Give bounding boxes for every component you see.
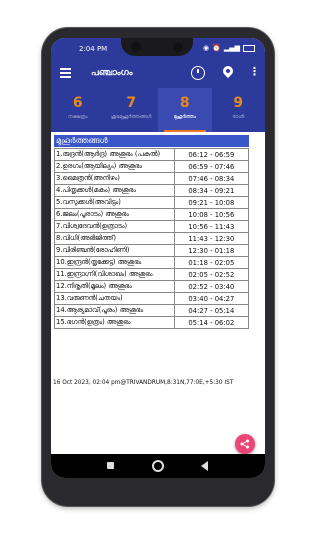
table-row: 8.വിധി(അഭിജിത്ത്) 11:43 - 12:30 (54, 232, 250, 245)
battery-icon (243, 44, 255, 52)
tab-number: 7 (126, 95, 137, 111)
status-time: 2:04 PM (79, 45, 108, 53)
muhurtham-name: 15.ഭഗൻ(ഉത്രം) അശുഭം (54, 316, 175, 329)
more-options-icon[interactable]: ⋮ (249, 65, 260, 78)
muhurtham-time: 02:52 - 03:40 (173, 280, 250, 293)
muhurtham-time: 09:21 - 10:08 (173, 196, 250, 209)
status-bar: 2:04 PM ◉ ⏰ ▂▄▆ (51, 38, 265, 60)
muhurtham-name: 13.വരുണൻ(ചതയം) (54, 292, 175, 305)
table-row: 1.രുദ്രൻ(ആർദ്ര) അശുഭം (പകൽ) 06:12 - 06:59 (54, 148, 250, 161)
muhurtham-name: 2.ഉരഗം(ആയില്യം) അശുഭം (54, 160, 175, 173)
muhurtham-name: 1.രുദ്രൻ(ആർദ്ര) അശുഭം (പകൽ) (54, 148, 175, 161)
home-icon[interactable] (152, 460, 164, 472)
muhurtham-name: 10.ഇന്ദ്രൻ(തൃക്കേട്ട) അശുഭം (54, 256, 175, 269)
table-row: 7.വിശ്വദേവൻ(ഉത്രാടം) 10:56 - 11:43 (54, 220, 250, 233)
section-title: മുഹൂർത്തങ്ങൾ (54, 135, 249, 147)
muhurtham-name: 4.പിതൃക്കൾ(മകം) അശുഭം (54, 184, 175, 197)
table-row: 13.വരുണൻ(ചതയം) 03:40 - 04:27 (54, 292, 250, 305)
muhurtham-time: 11:43 - 12:30 (173, 232, 250, 245)
table-row: 11.ഇന്ദ്രാഗ്നി(വിശാഖം) അശുഭം 02:05 - 02:5… (54, 268, 250, 281)
muhurtham-time: 04:27 - 05:14 (173, 304, 250, 317)
tab-label: നക്ഷത്രം (67, 114, 88, 120)
table-row: 6.ജലം(പൂരാടം) അശുഭം 10:08 - 10:56 (54, 208, 250, 221)
system-nav-bar (51, 454, 265, 478)
clock-icon[interactable] (191, 66, 205, 80)
table-row: 2.ഉരഗം(ആയില്യം) അശുഭം 06:59 - 07:46 (54, 160, 250, 173)
muhurtham-name: 6.ജലം(പൂരാടം) അശുഭം (54, 208, 175, 221)
back-icon[interactable] (201, 461, 208, 471)
table-row: 10.ഇന്ദ്രൻ(തൃക്കേട്ട) അശുഭം 01:18 - 02:05 (54, 256, 250, 269)
sensor-icon (173, 42, 183, 52)
muhurtham-time: 06:12 - 06:59 (173, 148, 250, 161)
tab-number: 9 (233, 95, 244, 111)
front-camera-icon (131, 42, 141, 52)
muhurtham-time: 03:40 - 04:27 (173, 292, 250, 305)
tab-nakshatram[interactable]: 6 നക്ഷത്രം (51, 88, 105, 132)
muhurtham-time: 01:18 - 02:05 (173, 256, 250, 269)
table-row: 15.ഭഗൻ(ഉത്രം) അശുഭം 05:14 - 06:02 (54, 316, 250, 329)
location-datetime-text: 16 Oct 2023, 02:04 pm@TRIVANDRUM,8:31N,7… (53, 380, 234, 386)
table-row: 14.ആര്യമാവ്(പൂരം) അശുഭം 04:27 - 05:14 (54, 304, 250, 317)
screen: 2:04 PM ◉ ⏰ ▂▄▆ പഞ്ചാംഗം ⋮ 6 നക്ഷത്രം 7 … (51, 38, 265, 478)
share-button[interactable] (235, 434, 255, 454)
tab-muhurtham[interactable]: 8 മുഹൂർത്തം (158, 88, 212, 132)
content-area: മുഹൂർത്തങ്ങൾ 1.രുദ്രൻ(ആർദ്ര) അശുഭം (പകൽ)… (51, 132, 265, 454)
tab-raashi[interactable]: 9 രാശി (212, 88, 266, 132)
muhurtham-name: 5.വസുക്കൾ(അവിട്ടം) (54, 196, 175, 209)
recents-icon[interactable] (107, 462, 114, 469)
muhurtham-time: 06:59 - 07:46 (173, 160, 250, 173)
table-row: 12.നിരൃതി(മൂലം) അശുഭം 02:52 - 03:40 (54, 280, 250, 293)
muhurtham-time: 07:46 - 08:34 (173, 172, 250, 185)
hamburger-menu-icon[interactable] (60, 68, 71, 79)
app-title: പഞ്ചാംഗം (91, 68, 133, 78)
signal-icon: ▂▄▆ (223, 44, 240, 52)
tab-number: 6 (72, 95, 83, 111)
muhurtham-time: 08:34 - 09:21 (173, 184, 250, 197)
wifi-icon: ◉ (203, 44, 210, 52)
muhurtham-name: 3.മൈത്രൻ(അനിഴം) (54, 172, 175, 185)
muhurtham-name: 9.വിരിഞ്ചൻ(രോഹിണി) (54, 244, 175, 257)
table-row: 4.പിതൃക്കൾ(മകം) അശുഭം 08:34 - 09:21 (54, 184, 250, 197)
muhurtham-time: 10:56 - 11:43 (173, 220, 250, 233)
app-bar: പഞ്ചാംഗം ⋮ (51, 60, 265, 88)
muhurtham-table: 1.രുദ്രൻ(ആർദ്ര) അശുഭം (പകൽ) 06:12 - 06:59… (54, 148, 250, 329)
status-icons: ◉ ⏰ ▂▄▆ (203, 44, 255, 52)
tab-bar: 6 നക്ഷത്രം 7 ശുഭമുഹൂർത്തങ്ങൾ 8 മുഹൂർത്തം… (51, 88, 265, 132)
muhurtham-name: 14.ആര്യമാവ്(പൂരം) അശുഭം (54, 304, 175, 317)
share-icon (240, 439, 249, 449)
muhurtham-time: 10:08 - 10:56 (173, 208, 250, 221)
muhurtham-name: 8.വിധി(അഭിജിത്ത്) (54, 232, 175, 245)
tab-number: 8 (179, 95, 190, 111)
muhurtham-time: 12:30 - 01:18 (173, 244, 250, 257)
muhurtham-time: 02:05 - 02:52 (173, 268, 250, 281)
tab-shubha-muhurthangal[interactable]: 7 ശുഭമുഹൂർത്തങ്ങൾ (105, 88, 159, 132)
alarm-icon: ⏰ (212, 44, 221, 52)
table-row: 9.വിരിഞ്ചൻ(രോഹിണി) 12:30 - 01:18 (54, 244, 250, 257)
table-row: 5.വസുക്കൾ(അവിട്ടം) 09:21 - 10:08 (54, 196, 250, 209)
muhurtham-name: 12.നിരൃതി(മൂലം) അശുഭം (54, 280, 175, 293)
muhurtham-time: 05:14 - 06:02 (173, 316, 250, 329)
tab-label: രാശി (232, 114, 245, 120)
camera-notch (121, 38, 193, 56)
location-pin-icon[interactable] (220, 63, 236, 79)
tab-label: മുഹൂർത്തം (173, 114, 196, 120)
tab-label: ശുഭമുഹൂർത്തങ്ങൾ (110, 114, 152, 120)
muhurtham-name: 11.ഇന്ദ്രാഗ്നി(വിശാഖം) അശുഭം (54, 268, 175, 281)
table-row: 3.മൈത്രൻ(അനിഴം) 07:46 - 08:34 (54, 172, 250, 185)
muhurtham-name: 7.വിശ്വദേവൻ(ഉത്രാടം) (54, 220, 175, 233)
